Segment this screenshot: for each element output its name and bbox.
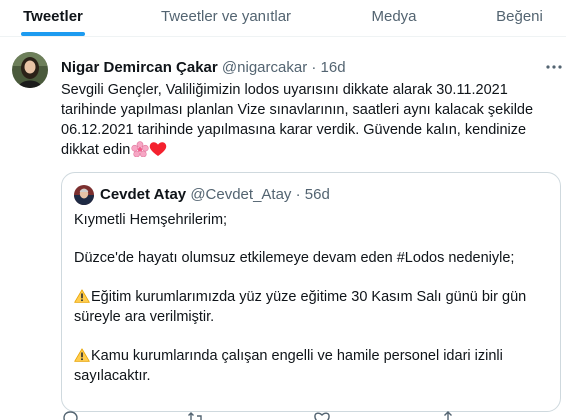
avatar[interactable] <box>12 52 48 88</box>
warning-icon <box>74 348 90 362</box>
tweet-header: Nigar Demircan Çakar @nigarcakar · 16d <box>61 58 346 78</box>
share-icon <box>441 411 455 420</box>
tweet-time[interactable]: 16d <box>321 59 346 76</box>
share-button[interactable] <box>439 410 457 420</box>
tweet-actions <box>61 410 561 420</box>
quoted-author-handle[interactable]: @Cevdet_Atay <box>190 186 291 203</box>
quoted-text-line: süreyle ara verilmiştir. <box>74 309 215 325</box>
quoted-text-content: Kamu kurumlarında çalışan engelli ve ham… <box>91 348 503 364</box>
tweet-text-line-end: dikkat edin <box>61 142 131 158</box>
quoted-text-line: sayılacaktır. <box>74 368 151 384</box>
retweet-button[interactable] <box>187 410 205 420</box>
quoted-text-line: Eğitim kurumlarımızda yüz yüze eğitime 3… <box>74 287 526 307</box>
tweet-text-line: 06.12.2021 tarihinde yapılmasına karar v… <box>61 122 527 138</box>
tweet-text: Sevgili Gençler, Valiliğimizin lodos uya… <box>61 80 561 160</box>
cherry-blossom-icon <box>131 141 149 158</box>
active-tab-indicator <box>21 32 85 36</box>
tweet-text-line: tarihinde yapılması planlan Vize sınavla… <box>61 102 534 118</box>
tab-media[interactable]: Medya <box>350 0 438 37</box>
like-button[interactable] <box>313 410 331 420</box>
quoted-text-line: Kamu kurumlarında çalışan engelli ve ham… <box>74 346 503 366</box>
header-separator: · <box>311 59 317 76</box>
quoted-tweet[interactable]: Cevdet Atay @Cevdet_Atay · 56d Kıymetli … <box>61 172 561 412</box>
heart-icon <box>314 412 330 420</box>
author-handle[interactable]: @nigarcakar <box>222 59 307 76</box>
tweet-text-line: dikkat edin <box>61 140 561 160</box>
quoted-text-line: Düzce'de hayatı olumsuz etkilemeye devam… <box>74 250 515 266</box>
reply-button[interactable] <box>61 410 79 420</box>
quoted-header-separator: · <box>295 186 301 203</box>
quoted-tweet-time[interactable]: 56d <box>305 186 330 203</box>
retweet-icon <box>188 412 202 420</box>
tab-tweets-and-replies[interactable]: Tweetler ve yanıtlar <box>135 0 317 37</box>
quoted-author-name[interactable]: Cevdet Atay <box>100 186 186 203</box>
tweet-text-line: Sevgili Gençler, Valiliğimizin lodos uya… <box>61 82 508 98</box>
tab-likes[interactable]: Beğeni <box>473 0 566 37</box>
quoted-text-line: Kıymetli Hemşehrilerim; <box>74 212 228 228</box>
quoted-avatar[interactable] <box>74 185 94 205</box>
more-options-icon[interactable] <box>544 60 564 72</box>
profile-tabs: Tweetler Tweetler ve yanıtlar Medya Beğe… <box>0 0 566 37</box>
quoted-text-content: Eğitim kurumlarımızda yüz yüze eğitime 3… <box>91 289 527 305</box>
quoted-header: Cevdet Atay @Cevdet_Atay · 56d <box>100 185 330 205</box>
warning-icon <box>74 289 90 303</box>
author-name[interactable]: Nigar Demircan Çakar <box>61 59 218 76</box>
reply-icon <box>63 411 78 420</box>
red-heart-icon <box>149 141 167 157</box>
